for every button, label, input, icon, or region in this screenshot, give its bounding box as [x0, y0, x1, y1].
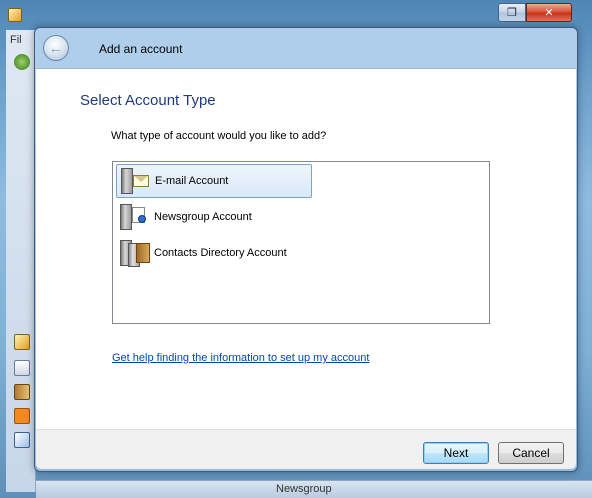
background-status-bar: Newsgroup [36, 480, 592, 498]
restore-icon: ❐ [507, 7, 517, 19]
next-button[interactable]: Next [423, 442, 489, 464]
dialog-body: Select Account Type What type of account… [36, 68, 576, 429]
close-button[interactable]: ✕ [526, 3, 572, 22]
help-link[interactable]: Get help finding the information to set … [112, 352, 369, 364]
list-item-email-account[interactable]: E-mail Account [116, 164, 312, 198]
newsgroups-icon[interactable] [14, 432, 30, 448]
mail-folder-icon[interactable] [14, 334, 30, 350]
list-item-label: Contacts Directory Account [154, 247, 287, 259]
background-sidebar: Fil [6, 30, 36, 492]
account-type-list[interactable]: E-mail Account Newsgroup Account Contact… [112, 161, 490, 324]
status-fragment: Newsgroup [276, 483, 332, 495]
back-button[interactable]: ← [43, 35, 69, 61]
menu-fragment: Fil [10, 34, 22, 46]
account-type-question: What type of account would you like to a… [111, 130, 327, 142]
dialog-header: ← Add an account [35, 28, 577, 68]
feeds-icon[interactable] [14, 408, 30, 424]
add-account-dialog: ← Add an account Select Account Type Wha… [34, 27, 578, 472]
restore-button[interactable]: ❐ [498, 3, 526, 22]
list-item-label: Newsgroup Account [154, 211, 252, 223]
list-item-label: E-mail Account [155, 175, 229, 187]
app-icon [8, 8, 22, 22]
dialog-footer: Next Cancel [36, 429, 576, 469]
window-controls: ❐ ✕ [498, 3, 572, 23]
calendar-icon[interactable] [14, 360, 30, 376]
email-account-icon [117, 165, 151, 197]
list-item-newsgroup-account[interactable]: Newsgroup Account [116, 200, 312, 234]
cancel-button[interactable]: Cancel [498, 442, 564, 464]
dialog-title: Add an account [99, 42, 183, 56]
sync-icon[interactable] [14, 54, 30, 70]
close-icon: ✕ [544, 7, 554, 19]
back-arrow-icon: ← [48, 39, 64, 57]
contacts-directory-icon [116, 237, 150, 269]
list-item-contacts-directory-account[interactable]: Contacts Directory Account [116, 236, 336, 270]
contacts-icon[interactable] [14, 384, 30, 400]
page-title: Select Account Type [80, 92, 216, 109]
newsgroup-account-icon [116, 201, 150, 233]
